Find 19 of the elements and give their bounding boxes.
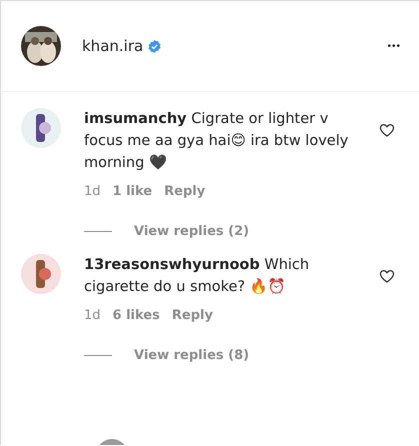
avatar[interactable]: [21, 108, 61, 148]
likes-button[interactable]: 6 likes: [112, 308, 160, 323]
reply-button[interactable]: Reply: [172, 308, 213, 323]
likes-button[interactable]: 1 like: [112, 184, 152, 199]
comment-text: 13reasonswhyurnoob Which cigarette do u smoke? 🔥⏰: [84, 256, 310, 297]
like-heart-icon[interactable]: [379, 268, 395, 284]
comment-text: imsumanchy Cigrate or lighter v focus me aa gya hai😊 ira btw lovely morning 🖤: [84, 110, 349, 173]
reply-button[interactable]: Reply: [164, 184, 206, 199]
view-replies-button[interactable]: View replies (8): [134, 348, 250, 362]
more-options-button[interactable]: •••: [387, 40, 401, 52]
view-replies-button[interactable]: View replies (2): [134, 224, 250, 238]
username-link[interactable]: khan.ira: [82, 37, 144, 55]
comment-age: 1d: [84, 308, 101, 323]
avatar[interactable]: [21, 26, 61, 66]
username-link[interactable]: 13reasonswhyurnoob: [84, 257, 260, 273]
like-heart-icon[interactable]: [379, 122, 395, 138]
avatar[interactable]: [21, 254, 61, 294]
comment-age: 1d: [84, 184, 101, 199]
username-link[interactable]: imsumanchy: [84, 111, 187, 127]
